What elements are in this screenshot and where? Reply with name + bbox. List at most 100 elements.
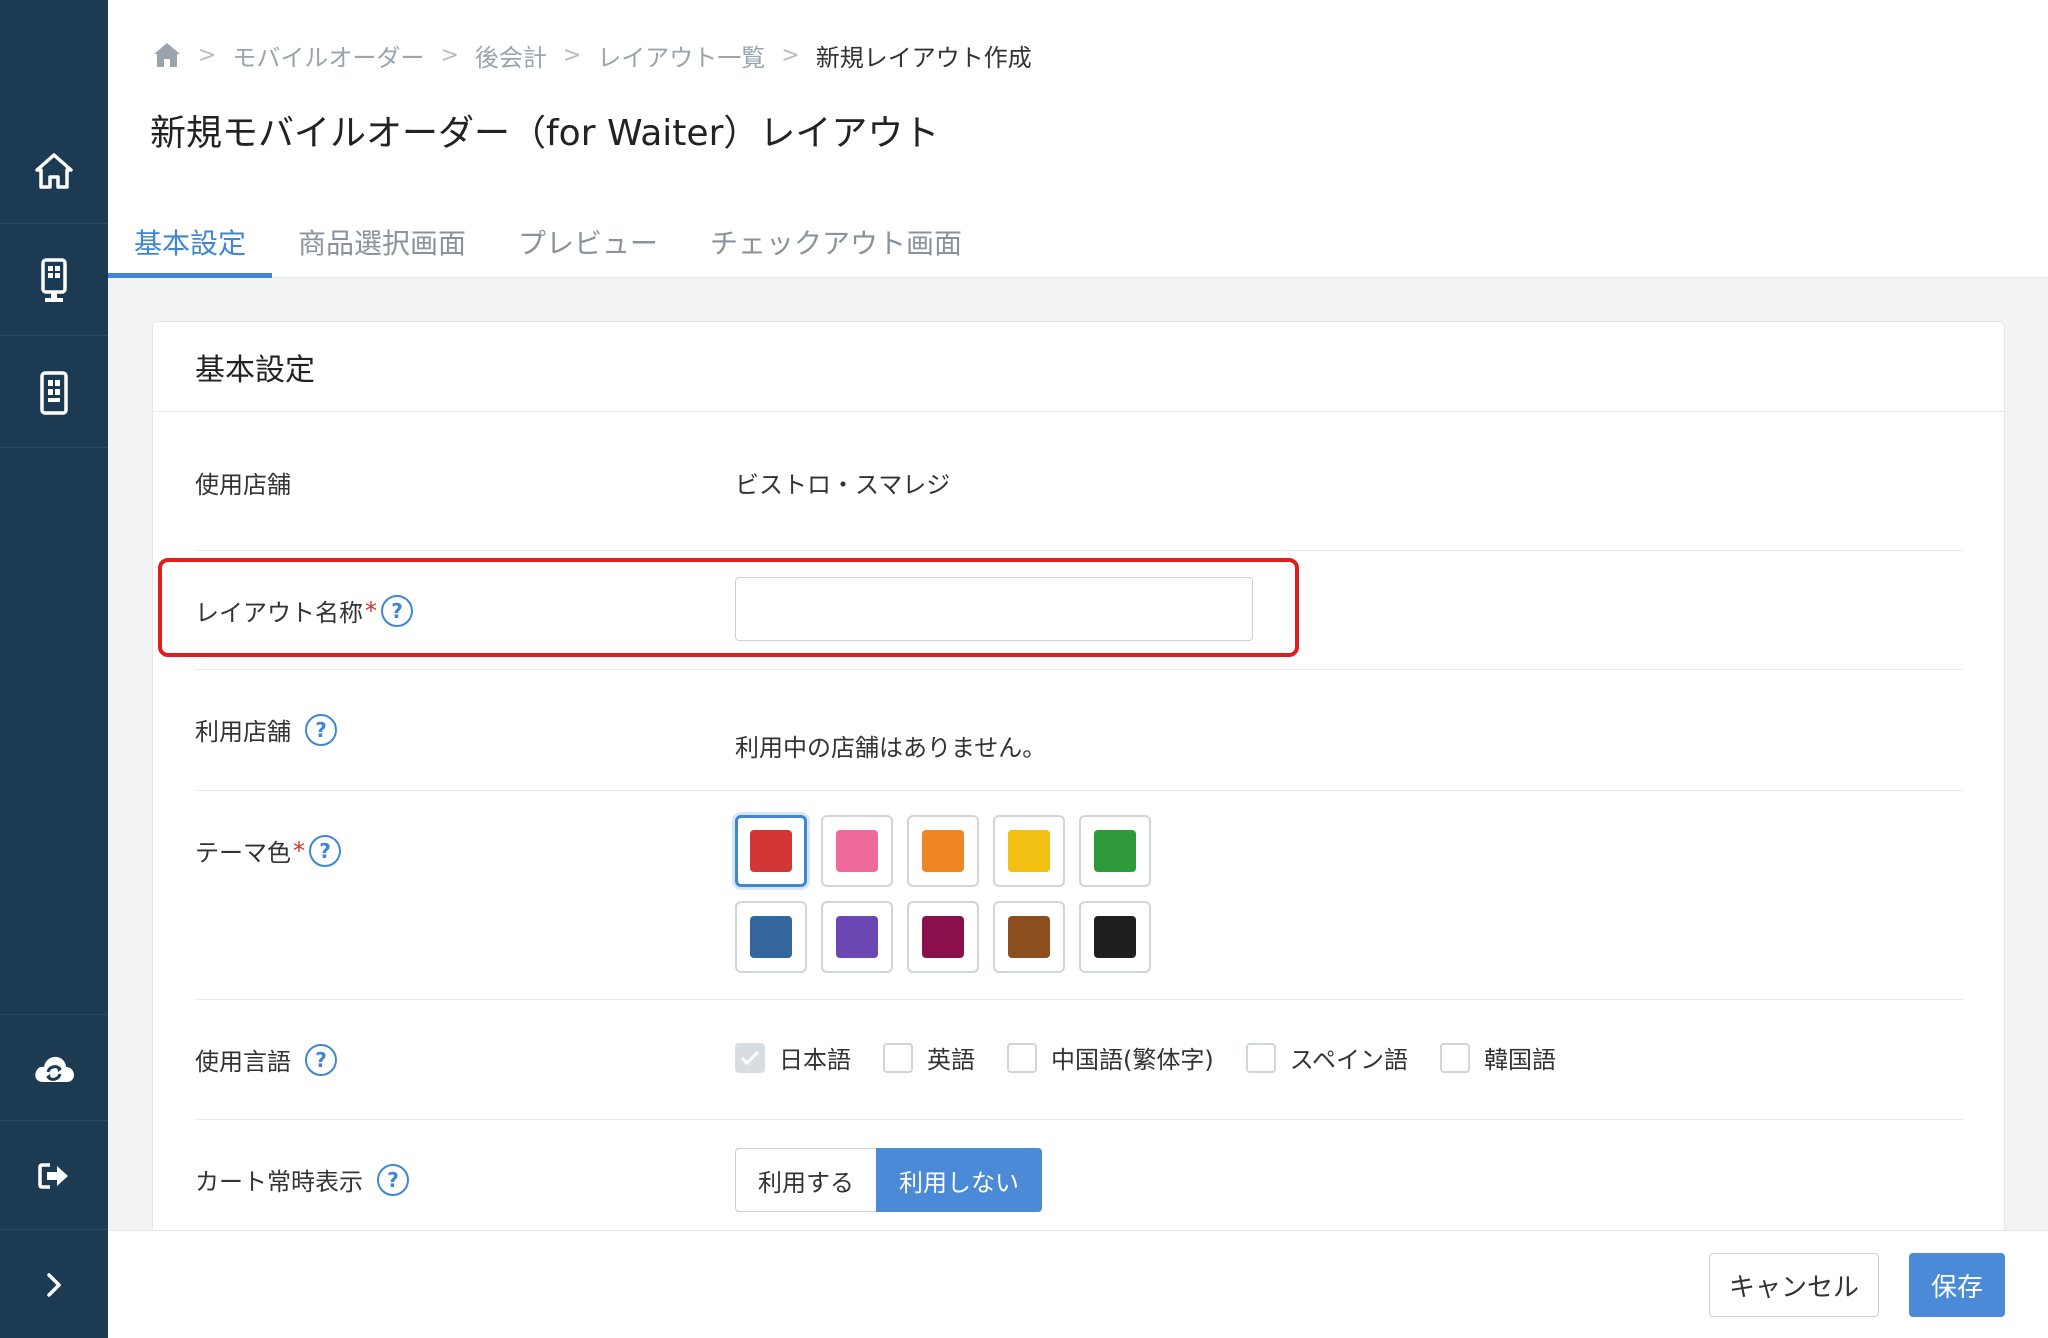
- check-icon: [740, 1050, 760, 1065]
- sidebar-logout[interactable]: [0, 1122, 108, 1230]
- page-title: 新規モバイルオーダー（for Waiter）レイアウト: [150, 113, 940, 154]
- breadcrumb-item[interactable]: 後会計: [475, 38, 547, 73]
- stores-in-use-value: 利用中の店舗はありません。: [735, 734, 1047, 762]
- help-icon[interactable]: ?: [381, 594, 413, 627]
- use-button[interactable]: 利用する: [735, 1148, 876, 1212]
- cart-always-show-label-text: カート常時表示: [195, 1168, 363, 1196]
- theme-color-swatch[interactable]: [993, 901, 1065, 973]
- help-icon[interactable]: ?: [305, 1043, 337, 1076]
- row-layout-name: レイアウト名称 * ?: [195, 551, 1963, 670]
- languages-label-text: 使用言語: [195, 1048, 291, 1076]
- color-chip: [1094, 830, 1136, 872]
- language-option-chinese-traditional[interactable]: 中国語(繁体字): [1007, 1040, 1214, 1075]
- checkbox-japanese[interactable]: [735, 1042, 765, 1073]
- theme-color-label: テーマ色 * ?: [195, 833, 341, 868]
- color-chip: [836, 830, 878, 872]
- checkbox-korean[interactable]: [1440, 1042, 1471, 1073]
- chevron-right-icon: >: [562, 42, 582, 68]
- language-option-korean[interactable]: 韓国語: [1440, 1040, 1556, 1075]
- layout-name-input[interactable]: [735, 577, 1253, 641]
- kiosk-icon: [41, 257, 67, 302]
- breadcrumb: > モバイルオーダー > 後会計 > レイアウト一覧 > 新規レイアウト作成: [152, 38, 1032, 72]
- tab-checkout[interactable]: チェックアウト画面: [684, 206, 988, 278]
- settings-card: 基本設定 使用店舗 ビストロ・スマレジ レイアウト名称 * ? 利用店舗 ? 利…: [152, 321, 2005, 1338]
- home-icon[interactable]: [152, 41, 182, 69]
- language-option-english[interactable]: 英語: [883, 1040, 975, 1075]
- tab-basic-settings[interactable]: 基本設定: [108, 206, 273, 278]
- theme-color-label-text: テーマ色: [195, 839, 291, 867]
- languages-label: 使用言語 ?: [195, 1042, 337, 1077]
- breadcrumb-item[interactable]: モバイルオーダー: [232, 38, 424, 73]
- color-chip: [750, 916, 792, 958]
- sidebar-home[interactable]: [0, 118, 108, 224]
- theme-color-swatch[interactable]: [1079, 815, 1151, 887]
- color-chip: [1094, 916, 1136, 958]
- breadcrumb-item[interactable]: レイアウト一覧: [597, 38, 765, 73]
- language-label: 中国語(繁体字): [1051, 1046, 1214, 1074]
- stores-in-use-label: 利用店舗 ?: [195, 712, 337, 747]
- stores-in-use-label-text: 利用店舗: [195, 718, 291, 746]
- store-label: 使用店舗: [195, 471, 291, 499]
- layout-name-label-text: レイアウト名称: [195, 599, 363, 627]
- cancel-button[interactable]: キャンセル: [1709, 1253, 1879, 1317]
- layout-name-label: レイアウト名称 * ?: [195, 593, 413, 628]
- help-icon[interactable]: ?: [309, 834, 341, 867]
- color-chip: [1008, 916, 1050, 958]
- chevron-right-icon: >: [781, 42, 800, 68]
- language-label: スペイン語: [1289, 1046, 1409, 1074]
- chevron-right-icon: [47, 1273, 61, 1297]
- theme-color-swatch[interactable]: [735, 901, 807, 973]
- help-icon[interactable]: ?: [305, 713, 337, 746]
- sidebar-kiosk[interactable]: [0, 226, 108, 336]
- language-option-spanish[interactable]: スペイン語: [1245, 1040, 1409, 1075]
- theme-color-swatch[interactable]: [907, 901, 979, 973]
- theme-color-swatch[interactable]: [993, 815, 1065, 887]
- checkbox-spanish[interactable]: [1245, 1042, 1276, 1073]
- language-label: 英語: [927, 1046, 975, 1074]
- language-label: 日本語: [779, 1046, 851, 1074]
- row-cart-always-show: カート常時表示 ? 利用する 利用しない: [195, 1120, 1963, 1240]
- card-header: 基本設定: [153, 322, 2004, 412]
- required-mark: *: [365, 596, 377, 625]
- save-button[interactable]: 保存: [1909, 1253, 2005, 1317]
- tab-product-selection[interactable]: 商品選択画面: [272, 206, 492, 278]
- store-value: ビストロ・スマレジ: [735, 471, 951, 499]
- chevron-right-icon: >: [198, 42, 217, 68]
- language-label: 韓国語: [1484, 1046, 1557, 1074]
- page-header: > モバイルオーダー > 後会計 > レイアウト一覧 > 新規レイアウト作成 新…: [108, 0, 2048, 278]
- row-languages: 使用言語 ? 日本語 英語 中国語(繁体字) スペイン語 韓国語: [195, 1000, 1963, 1120]
- theme-color-swatch[interactable]: [821, 815, 893, 887]
- tab-preview[interactable]: プレビュー: [492, 206, 684, 278]
- row-store: 使用店舗 ビストロ・スマレジ: [195, 413, 1963, 551]
- home-icon: [35, 152, 73, 189]
- footer-bar: キャンセル 保存: [108, 1230, 2048, 1338]
- color-chip: [922, 916, 964, 958]
- theme-color-swatch[interactable]: [907, 815, 979, 887]
- theme-color-swatch[interactable]: [735, 815, 807, 887]
- logout-icon: [38, 1162, 68, 1189]
- color-chip: [750, 830, 792, 872]
- sidebar-tablet[interactable]: [0, 338, 108, 448]
- help-icon[interactable]: ?: [377, 1163, 409, 1196]
- cart-always-show-label: カート常時表示 ?: [195, 1162, 409, 1197]
- cloud-sync-icon: [35, 1056, 74, 1082]
- not-use-button[interactable]: 利用しない: [876, 1148, 1042, 1212]
- color-chip: [1008, 830, 1050, 872]
- chevron-right-icon: >: [440, 42, 459, 68]
- card-title: 基本設定: [195, 352, 315, 388]
- checkbox-chinese-traditional[interactable]: [1007, 1042, 1037, 1073]
- color-chip: [922, 830, 964, 872]
- tablet-icon: [40, 370, 68, 415]
- language-options: 日本語 英語 中国語(繁体字) スペイン語 韓国語: [735, 1040, 1588, 1075]
- theme-color-swatch[interactable]: [821, 901, 893, 973]
- required-mark: *: [293, 836, 305, 865]
- theme-color-swatch[interactable]: [1079, 901, 1151, 973]
- sidebar-sync[interactable]: [0, 1015, 108, 1121]
- language-option-japanese[interactable]: 日本語: [735, 1040, 851, 1075]
- checkbox-english[interactable]: [883, 1042, 913, 1073]
- breadcrumb-current: 新規レイアウト作成: [815, 43, 1032, 72]
- tab-bar: 基本設定 商品選択画面 プレビュー チェックアウト画面: [108, 206, 988, 278]
- color-chip: [836, 916, 878, 958]
- sidebar-expand[interactable]: [0, 1232, 108, 1338]
- cart-always-show-toggle: 利用する 利用しない: [735, 1148, 1042, 1212]
